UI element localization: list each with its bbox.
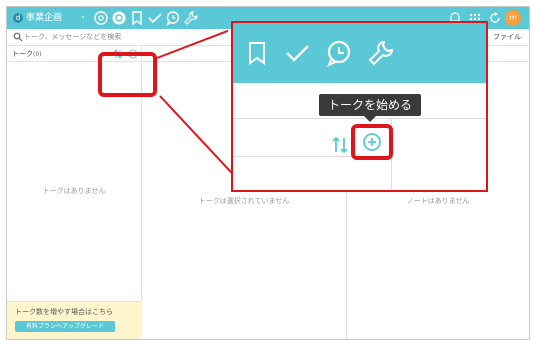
workspace-logo[interactable]: d [13,13,23,23]
check-icon [283,39,311,67]
highlight-box-small [98,52,157,97]
talk-list-title-text: トーク [12,50,33,58]
talk-count: (0) [33,51,42,58]
search-icon [13,32,23,42]
wrench-icon[interactable] [183,10,199,26]
tooltip: トークを始める [319,94,421,116]
talk-list-empty-text: トークはありません [42,187,106,195]
search-input[interactable]: トーク、メッセージなどを検索 [24,31,121,43]
refresh-icon[interactable] [487,10,503,26]
clock-chat-icon[interactable] [165,10,181,26]
start-talk-icon [362,132,382,152]
sort-icon [331,136,349,154]
message-empty-text: トークは選択されていません [198,197,290,205]
upgrade-panel: トーク数を増やす場合はこちら 有料プランへアップグレード [7,301,142,339]
avatar[interactable]: m [505,10,521,26]
mention-icon[interactable] [93,10,109,26]
wrench-icon [367,39,395,67]
zoom-callout: トークを始める [231,21,488,192]
tab-file[interactable]: ファイル [493,31,521,43]
workspace-name[interactable]: 事業企画 [26,11,62,25]
clock-chat-icon [325,39,353,67]
upgrade-note: トーク数を増やす場合はこちら [15,308,113,316]
zoom-toolbar [233,23,486,83]
note-empty-text: ノートはありません [406,197,470,205]
tooltip-arrow [364,116,376,122]
check-icon[interactable] [147,10,163,26]
workspace-menu-caret[interactable]: ・ [79,11,87,25]
upgrade-button[interactable]: 有料プランへアップグレード [15,321,115,332]
chat-icon[interactable] [111,10,127,26]
bookmark-icon [243,39,271,67]
talk-list-title: トーク(0) [12,48,42,61]
bookmark-icon[interactable] [129,10,145,26]
